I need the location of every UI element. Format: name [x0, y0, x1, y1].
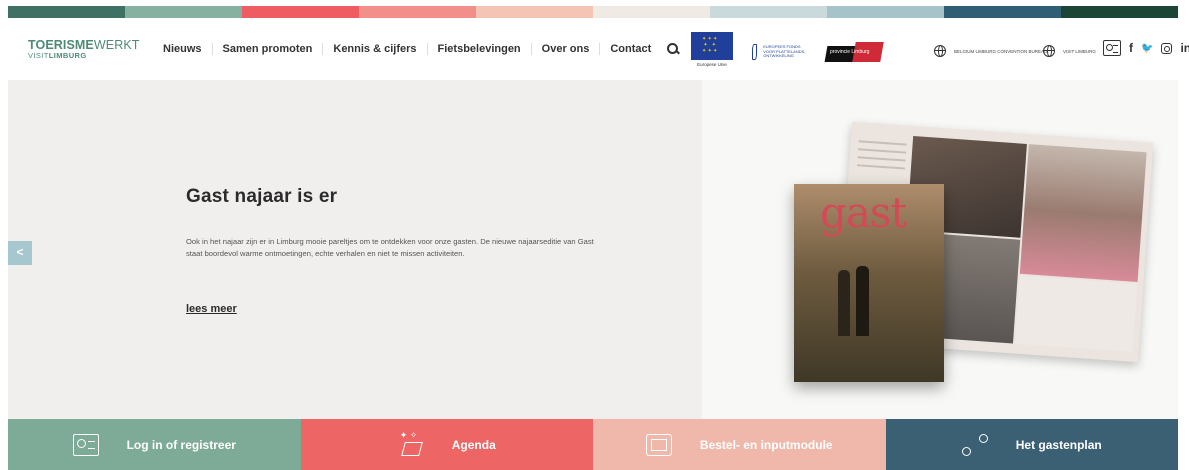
strip-segment — [8, 6, 125, 18]
nav-fietsbelevingen[interactable]: Fietsbelevingen — [428, 43, 532, 55]
instagram-icon[interactable] — [1161, 42, 1173, 54]
tile-login[interactable]: Log in of registreer — [8, 419, 301, 470]
strip-segment — [476, 6, 593, 18]
read-more-link[interactable]: lees meer — [186, 303, 237, 315]
logo-visit: VISIT — [28, 50, 49, 60]
hero-body: Ook in het najaar zijn er in Limburg moo… — [186, 237, 594, 258]
nav-over-ons[interactable]: Over ons — [532, 43, 601, 55]
social-links: f 🐦 in — [1103, 40, 1189, 56]
globe-icon — [1043, 45, 1055, 57]
leaf-icon — [752, 44, 758, 60]
quick-links: Log in of registreer Agenda Bestel- en i… — [8, 419, 1178, 470]
globe-icon — [934, 45, 946, 57]
strip-segment — [242, 6, 359, 18]
strip-segment — [1061, 6, 1178, 18]
id-card-icon — [72, 433, 99, 456]
page: TOERISMEWERKT VISITLIMBURG Nieuws Samen … — [0, 0, 1189, 470]
strip-segment — [125, 6, 242, 18]
hero-slider: < Gast najaar is er Ook in het najaar zi… — [8, 80, 1178, 419]
strip-segment — [710, 6, 827, 18]
strip-segment — [944, 6, 1061, 18]
logo-limburg: LIMBURG — [48, 50, 87, 60]
magazine-masthead: gast — [820, 188, 907, 237]
logo-light: WERKT — [93, 38, 140, 52]
eu-flag-icon — [691, 32, 733, 60]
cover-figure — [856, 266, 869, 336]
text-line — [856, 164, 905, 170]
eu-caption: Europese Unie — [697, 62, 727, 67]
spread-text-block — [1014, 275, 1138, 352]
visit-limburg-text: VISIT LIMBURG — [1063, 48, 1096, 54]
hero-title: Gast najaar is er — [186, 186, 338, 207]
strip-segment — [827, 6, 944, 18]
id-card-icon[interactable] — [1103, 40, 1121, 56]
color-strip — [8, 6, 1178, 18]
twitter-icon[interactable]: 🐦 — [1141, 43, 1153, 54]
tile-gastenplan-label: Het gastenplan — [1015, 437, 1102, 452]
box-icon — [645, 433, 672, 456]
nav-kennis-cijfers[interactable]: Kennis & cijfers — [323, 43, 428, 55]
text-line — [858, 140, 907, 146]
route-icon — [961, 433, 988, 456]
visit-limburg-link[interactable]: VISIT LIMBURG — [1043, 45, 1096, 57]
plattelands-logo[interactable]: EUROPEES FONDS VOOR PLATTELANDS-ONTWIKKE… — [752, 40, 808, 64]
linkedin-icon[interactable]: in — [1180, 41, 1189, 55]
provincie-limburg-logo[interactable]: provincie Limburg — [824, 42, 884, 64]
nav-nieuws[interactable]: Nieuws — [153, 43, 213, 55]
text-line — [857, 156, 906, 162]
tile-order-label: Bestel- en inputmodule — [699, 437, 833, 452]
nav-samen-promoten[interactable]: Samen promoten — [213, 43, 324, 55]
plattelands-text: EUROPEES FONDS VOOR PLATTELANDS-ONTWIKKE… — [763, 44, 806, 59]
spread-photo — [1019, 144, 1147, 283]
strip-segment — [359, 6, 476, 18]
tile-order-module[interactable]: Bestel- en inputmodule — [593, 419, 886, 470]
main-nav: Nieuws Samen promoten Kennis & cijfers F… — [153, 41, 681, 57]
strip-segment — [593, 6, 710, 18]
magazine-cover: gast — [794, 184, 944, 382]
tile-agenda[interactable]: Agenda — [300, 419, 593, 470]
tile-login-label: Log in of registreer — [126, 437, 236, 452]
header: TOERISMEWERKT VISITLIMBURG Nieuws Samen … — [8, 18, 1189, 80]
convention-bureau-text: BELGIUM LIMBURG CONVENTION BUREAU — [954, 48, 1048, 54]
eu-logo[interactable]: Europese Unie — [690, 32, 734, 68]
hero-image: gast — [702, 80, 1178, 419]
hero-text-panel: < Gast najaar is er Ook in het najaar zi… — [8, 80, 702, 419]
site-logo[interactable]: TOERISMEWERKT VISITLIMBURG — [8, 39, 142, 59]
facebook-icon[interactable]: f — [1129, 41, 1133, 55]
convention-bureau-link[interactable]: BELGIUM LIMBURG CONVENTION BUREAU — [934, 45, 1047, 57]
nav-contact[interactable]: Contact — [600, 43, 661, 55]
cover-figure — [838, 270, 850, 336]
logo-line2: VISITLIMBURG — [28, 50, 142, 60]
sparkle-pen-icon — [398, 430, 424, 456]
provincie-text: provincie Limburg — [830, 49, 870, 55]
tile-agenda-label: Agenda — [451, 437, 496, 452]
prev-slide-button[interactable]: < — [8, 241, 32, 265]
search-icon[interactable] — [665, 41, 681, 57]
text-line — [858, 148, 907, 154]
tile-gastenplan[interactable]: Het gastenplan — [885, 419, 1178, 470]
